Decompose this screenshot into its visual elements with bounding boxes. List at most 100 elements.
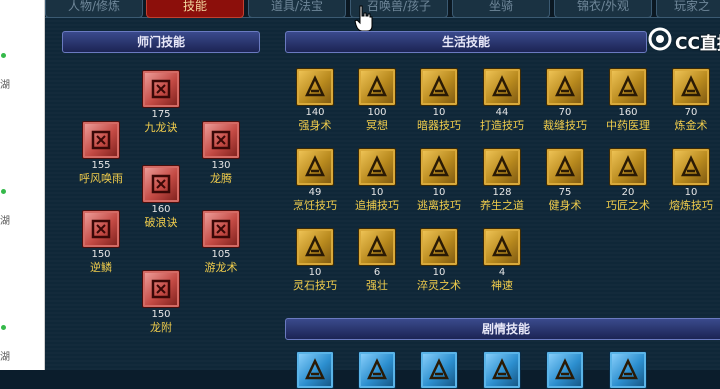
tab-player[interactable]: 玩家之 — [656, 0, 720, 18]
skill-slot-life-10[interactable]: 128 养生之道 — [472, 148, 532, 213]
tab-skills[interactable]: 技能 — [146, 0, 244, 18]
skill-icon[interactable] — [358, 228, 396, 266]
skill-icon[interactable] — [142, 165, 180, 203]
skill-slot-story-5[interactable] — [598, 351, 658, 389]
skill-icon[interactable] — [142, 270, 180, 308]
skill-slot-story-2[interactable] — [409, 351, 469, 389]
skill-slot-life-12[interactable]: 20 巧匠之术 — [598, 148, 658, 213]
tab-bar: 人物/修炼 技能 道具/法宝 召唤兽/孩子 坐骑 锦衣/外观 玩家之 — [45, 0, 720, 18]
skill-icon[interactable] — [546, 351, 584, 389]
skill-slot-life-13[interactable]: 10 熔炼技巧 — [661, 148, 720, 213]
skill-emblem-icon — [367, 358, 387, 380]
section-header-shimen: 师门技能 — [62, 31, 260, 53]
skill-icon[interactable] — [609, 148, 647, 186]
skill-icon[interactable] — [82, 210, 120, 248]
skill-slot-shimen-5[interactable]: 105 游龙术 — [191, 210, 251, 275]
skill-level: 20 — [621, 187, 635, 198]
skill-slot-life-16[interactable]: 10 淬灵之术 — [409, 228, 469, 293]
skill-level: 10 — [432, 107, 446, 118]
skill-slot-shimen-4[interactable]: 150 逆鳞 — [71, 210, 131, 275]
skill-slot-life-7[interactable]: 49 烹饪技巧 — [285, 148, 345, 213]
tab-mounts[interactable]: 坐骑 — [452, 0, 550, 18]
tab-character[interactable]: 人物/修炼 — [45, 0, 143, 18]
skill-icon[interactable] — [420, 228, 458, 266]
skill-name: 巧匠之术 — [606, 199, 650, 212]
skill-name: 破浪诀 — [144, 216, 178, 229]
skill-emblem-icon — [492, 75, 512, 97]
skill-slot-life-8[interactable]: 10 追捕技巧 — [347, 148, 407, 213]
skill-slot-life-14[interactable]: 10 灵石技巧 — [285, 228, 345, 293]
skill-icon[interactable] — [358, 148, 396, 186]
skill-icon[interactable] — [483, 68, 521, 106]
skill-slot-story-4[interactable] — [535, 351, 595, 389]
skill-icon[interactable] — [142, 70, 180, 108]
skill-slot-story-3[interactable] — [472, 351, 532, 389]
skill-emblem-icon — [492, 358, 512, 380]
skill-emblem-icon — [555, 155, 575, 177]
skill-emblem-icon — [555, 358, 575, 380]
skill-level: 4 — [498, 267, 506, 278]
skill-level: 160 — [151, 204, 171, 215]
skill-slot-story-1[interactable] — [347, 351, 407, 389]
hand-cursor-icon — [354, 5, 373, 32]
skill-icon[interactable] — [296, 228, 334, 266]
skill-icon[interactable] — [672, 68, 710, 106]
skill-name: 淬灵之术 — [417, 279, 461, 292]
skill-slot-shimen-0[interactable]: 175 九龙诀 — [131, 70, 191, 135]
skill-icon[interactable] — [202, 121, 240, 159]
sidebar-text: 湖 — [0, 216, 10, 227]
skill-emblem-icon — [151, 79, 171, 99]
skill-emblem-icon — [492, 235, 512, 257]
skill-icon[interactable] — [202, 210, 240, 248]
tab-appearance[interactable]: 锦衣/外观 — [554, 0, 652, 18]
skill-slot-life-6[interactable]: 70 炼金术 — [661, 68, 720, 133]
skill-slot-life-1[interactable]: 100 冥想 — [347, 68, 407, 133]
skill-slot-life-9[interactable]: 10 逃离技巧 — [409, 148, 469, 213]
skill-slot-story-0[interactable] — [285, 351, 345, 389]
skill-icon[interactable] — [358, 68, 396, 106]
skill-icon[interactable] — [296, 68, 334, 106]
skill-icon[interactable] — [296, 351, 334, 389]
skill-slot-shimen-6[interactable]: 150 龙附 — [131, 270, 191, 335]
skill-icon[interactable] — [483, 148, 521, 186]
skill-slot-life-5[interactable]: 160 中药医理 — [598, 68, 658, 133]
skill-name: 游龙术 — [204, 261, 238, 274]
skill-icon[interactable] — [82, 121, 120, 159]
skill-icon[interactable] — [546, 148, 584, 186]
skill-level: 10 — [308, 267, 322, 278]
skill-slot-life-4[interactable]: 70 裁缝技巧 — [535, 68, 595, 133]
skill-icon[interactable] — [483, 228, 521, 266]
skill-slot-life-17[interactable]: 4 神速 — [472, 228, 532, 293]
skill-slot-life-11[interactable]: 75 健身术 — [535, 148, 595, 213]
skill-slot-shimen-2[interactable]: 130 龙腾 — [191, 121, 251, 186]
skill-name: 逆鳞 — [90, 261, 112, 274]
skill-emblem-icon — [211, 130, 231, 150]
skill-icon[interactable] — [358, 351, 396, 389]
skill-emblem-icon — [91, 219, 111, 239]
skill-icon[interactable] — [420, 351, 458, 389]
skill-icon[interactable] — [609, 351, 647, 389]
skill-icon[interactable] — [546, 68, 584, 106]
skill-icon[interactable] — [420, 148, 458, 186]
skill-slot-life-15[interactable]: 6 强壮 — [347, 228, 407, 293]
skill-emblem-icon — [618, 358, 638, 380]
online-status-dot — [1, 325, 6, 330]
skill-emblem-icon — [618, 155, 638, 177]
skill-emblem-icon — [91, 130, 111, 150]
skill-level: 160 — [618, 107, 638, 118]
skill-name: 追捕技巧 — [355, 199, 399, 212]
skill-slot-shimen-3[interactable]: 160 破浪诀 — [131, 165, 191, 230]
skill-slot-life-0[interactable]: 140 强身术 — [285, 68, 345, 133]
skill-icon[interactable] — [609, 68, 647, 106]
skill-name: 强壮 — [366, 279, 388, 292]
skill-slot-shimen-1[interactable]: 155 呼风唤雨 — [71, 121, 131, 186]
skill-name: 炼金术 — [674, 119, 708, 132]
skill-icon[interactable] — [483, 351, 521, 389]
skill-icon[interactable] — [420, 68, 458, 106]
sidebar-text: 湖 — [0, 80, 10, 91]
skill-slot-life-2[interactable]: 10 暗器技巧 — [409, 68, 469, 133]
skill-icon[interactable] — [296, 148, 334, 186]
skill-slot-life-3[interactable]: 44 打造技巧 — [472, 68, 532, 133]
tab-items[interactable]: 道具/法宝 — [248, 0, 346, 18]
skill-icon[interactable] — [672, 148, 710, 186]
